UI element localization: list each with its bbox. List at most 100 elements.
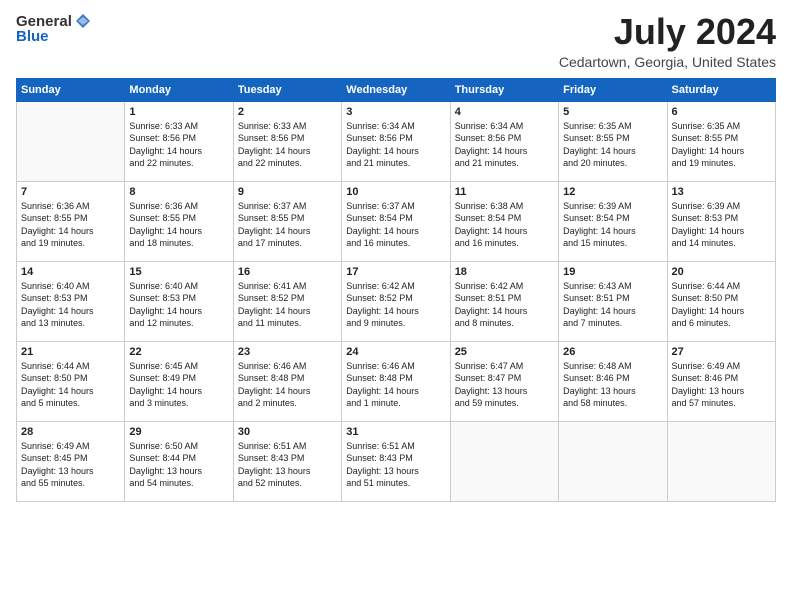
weekday-header-monday: Monday [125, 78, 233, 101]
calendar-cell: 24Sunrise: 6:46 AM Sunset: 8:48 PM Dayli… [342, 341, 450, 421]
day-number: 27 [672, 346, 771, 358]
logo-general: General [16, 13, 72, 30]
calendar-week-row: 1Sunrise: 6:33 AM Sunset: 8:56 PM Daylig… [17, 101, 776, 181]
calendar-cell: 28 Sunrise: 6:49 AM Sunset: 8:45 PM Dayli… [17, 421, 125, 501]
day-info: Sunrise: 6:38 AM Sunset: 8:54 PM Dayligh… [455, 200, 554, 250]
calendar-cell: 21 Sunrise: 6:44 AM Sunset: 8:50 PM Dayli… [17, 341, 125, 421]
day-number: 9 [238, 186, 337, 198]
calendar-cell: 2Sunrise: 6:33 AM Sunset: 8:56 PM Daylig… [233, 101, 341, 181]
logo-blue: Blue [16, 28, 92, 45]
header-area: General Blue July 2024 Cedartown, Georgi… [16, 12, 776, 70]
weekday-header-wednesday: Wednesday [342, 78, 450, 101]
weekday-header-friday: Friday [559, 78, 667, 101]
day-info: Sunrise: 6:39 AM Sunset: 8:53 PM Dayligh… [672, 200, 771, 250]
calendar-cell [17, 101, 125, 181]
day-info: Sunrise: 6:47 AM Sunset: 8:47 PM Dayligh… [455, 360, 554, 410]
day-info: Sunrise: 6:37 AM Sunset: 8:54 PM Dayligh… [346, 200, 445, 250]
calendar-cell: 26 Sunrise: 6:48 AM Sunset: 8:46 PM Dayli… [559, 341, 667, 421]
calendar-week-row: 21 Sunrise: 6:44 AM Sunset: 8:50 PM Dayli… [17, 341, 776, 421]
day-info: Sunrise: 6:51 AM Sunset: 8:43 PM Dayligh… [346, 440, 445, 490]
weekday-header-row: SundayMondayTuesdayWednesdayThursdayFrid… [17, 78, 776, 101]
title-area: July 2024 Cedartown, Georgia, United Sta… [559, 12, 776, 70]
day-number: 23 [238, 346, 337, 358]
calendar-cell: 12 Sunrise: 6:39 AM Sunset: 8:54 PM Dayli… [559, 181, 667, 261]
day-info: Sunrise: 6:33 AM Sunset: 8:56 PM Dayligh… [129, 120, 228, 170]
weekday-header-thursday: Thursday [450, 78, 558, 101]
day-info: Sunrise: 6:44 AM Sunset: 8:50 PM Dayligh… [21, 360, 120, 410]
day-info: Sunrise: 6:36 AM Sunset: 8:55 PM Dayligh… [129, 200, 228, 250]
calendar-cell: 16Sunrise: 6:41 AM Sunset: 8:52 PM Dayli… [233, 261, 341, 341]
day-number: 6 [672, 106, 771, 118]
logo: General Blue [16, 12, 92, 45]
calendar-cell: 29 Sunrise: 6:50 AM Sunset: 8:44 PM Dayli… [125, 421, 233, 501]
calendar-cell: 30 Sunrise: 6:51 AM Sunset: 8:43 PM Dayli… [233, 421, 341, 501]
day-number: 7 [21, 186, 120, 198]
day-info: Sunrise: 6:39 AM Sunset: 8:54 PM Dayligh… [563, 200, 662, 250]
day-info: Sunrise: 6:42 AM Sunset: 8:52 PM Dayligh… [346, 280, 445, 330]
calendar-cell: 1Sunrise: 6:33 AM Sunset: 8:56 PM Daylig… [125, 101, 233, 181]
logo-icon [74, 12, 92, 30]
day-number: 30 [238, 426, 337, 438]
day-number: 15 [129, 266, 228, 278]
day-number: 25 [455, 346, 554, 358]
day-number: 28 [21, 426, 120, 438]
day-info: Sunrise: 6:46 AM Sunset: 8:48 PM Dayligh… [238, 360, 337, 410]
day-number: 26 [563, 346, 662, 358]
day-info: Sunrise: 6:41 AM Sunset: 8:52 PM Dayligh… [238, 280, 337, 330]
day-info: Sunrise: 6:35 AM Sunset: 8:55 PM Dayligh… [563, 120, 662, 170]
calendar-cell: 22Sunrise: 6:45 AM Sunset: 8:49 PM Dayli… [125, 341, 233, 421]
day-info: Sunrise: 6:40 AM Sunset: 8:53 PM Dayligh… [21, 280, 120, 330]
day-number: 11 [455, 186, 554, 198]
calendar-cell: 3Sunrise: 6:34 AM Sunset: 8:56 PM Daylig… [342, 101, 450, 181]
calendar-cell: 4Sunrise: 6:34 AM Sunset: 8:56 PM Daylig… [450, 101, 558, 181]
calendar-table: SundayMondayTuesdayWednesdayThursdayFrid… [16, 78, 776, 502]
day-number: 14 [21, 266, 120, 278]
calendar-cell: 5 Sunrise: 6:35 AM Sunset: 8:55 PM Daylig… [559, 101, 667, 181]
day-info: Sunrise: 6:45 AM Sunset: 8:49 PM Dayligh… [129, 360, 228, 410]
location-title: Cedartown, Georgia, United States [559, 54, 776, 70]
calendar-cell: 18 Sunrise: 6:42 AM Sunset: 8:51 PM Dayli… [450, 261, 558, 341]
calendar-cell: 8Sunrise: 6:36 AM Sunset: 8:55 PM Daylig… [125, 181, 233, 261]
calendar-cell: 27Sunrise: 6:49 AM Sunset: 8:46 PM Dayli… [667, 341, 775, 421]
calendar-week-row: 28 Sunrise: 6:49 AM Sunset: 8:45 PM Dayli… [17, 421, 776, 501]
day-number: 3 [346, 106, 445, 118]
day-info: Sunrise: 6:50 AM Sunset: 8:44 PM Dayligh… [129, 440, 228, 490]
day-info: Sunrise: 6:37 AM Sunset: 8:55 PM Dayligh… [238, 200, 337, 250]
day-info: Sunrise: 6:49 AM Sunset: 8:45 PM Dayligh… [21, 440, 120, 490]
day-number: 21 [21, 346, 120, 358]
day-info: Sunrise: 6:51 AM Sunset: 8:43 PM Dayligh… [238, 440, 337, 490]
weekday-header-saturday: Saturday [667, 78, 775, 101]
weekday-header-sunday: Sunday [17, 78, 125, 101]
calendar-cell: 25 Sunrise: 6:47 AM Sunset: 8:47 PM Dayli… [450, 341, 558, 421]
calendar-cell: 13 Sunrise: 6:39 AM Sunset: 8:53 PM Dayli… [667, 181, 775, 261]
calendar-cell: 7Sunrise: 6:36 AM Sunset: 8:55 PM Daylig… [17, 181, 125, 261]
month-title: July 2024 [559, 12, 776, 52]
calendar-cell [667, 421, 775, 501]
day-number: 29 [129, 426, 228, 438]
day-number: 2 [238, 106, 337, 118]
day-info: Sunrise: 6:48 AM Sunset: 8:46 PM Dayligh… [563, 360, 662, 410]
calendar-cell: 10Sunrise: 6:37 AM Sunset: 8:54 PM Dayli… [342, 181, 450, 261]
calendar-week-row: 7 Sunrise: 6:36 AM Sunset: 8:55 PM Daylig… [17, 181, 776, 261]
calendar-cell: 19Sunrise: 6:43 AM Sunset: 8:51 PM Dayli… [559, 261, 667, 341]
day-info: Sunrise: 6:34 AM Sunset: 8:56 PM Dayligh… [455, 120, 554, 170]
calendar-cell: 17Sunrise: 6:42 AM Sunset: 8:52 PM Dayli… [342, 261, 450, 341]
calendar-cell: 15 Sunrise: 6:40 AM Sunset: 8:53 PM Dayli… [125, 261, 233, 341]
day-number: 5 [563, 106, 662, 118]
day-info: Sunrise: 6:46 AM Sunset: 8:48 PM Dayligh… [346, 360, 445, 410]
calendar-cell: 6 Sunrise: 6:35 AM Sunset: 8:55 PM Daylig… [667, 101, 775, 181]
day-number: 20 [672, 266, 771, 278]
day-info: Sunrise: 6:40 AM Sunset: 8:53 PM Dayligh… [129, 280, 228, 330]
day-number: 13 [672, 186, 771, 198]
weekday-header-tuesday: Tuesday [233, 78, 341, 101]
day-number: 12 [563, 186, 662, 198]
day-number: 31 [346, 426, 445, 438]
day-info: Sunrise: 6:42 AM Sunset: 8:51 PM Dayligh… [455, 280, 554, 330]
day-info: Sunrise: 6:35 AM Sunset: 8:55 PM Dayligh… [672, 120, 771, 170]
calendar-cell [450, 421, 558, 501]
calendar-cell: 23 Sunrise: 6:46 AM Sunset: 8:48 PM Dayli… [233, 341, 341, 421]
calendar-cell: 9 Sunrise: 6:37 AM Sunset: 8:55 PM Daylig… [233, 181, 341, 261]
day-number: 18 [455, 266, 554, 278]
calendar-cell: 20Sunrise: 6:44 AM Sunset: 8:50 PM Dayli… [667, 261, 775, 341]
calendar-cell: 11 Sunrise: 6:38 AM Sunset: 8:54 PM Dayli… [450, 181, 558, 261]
